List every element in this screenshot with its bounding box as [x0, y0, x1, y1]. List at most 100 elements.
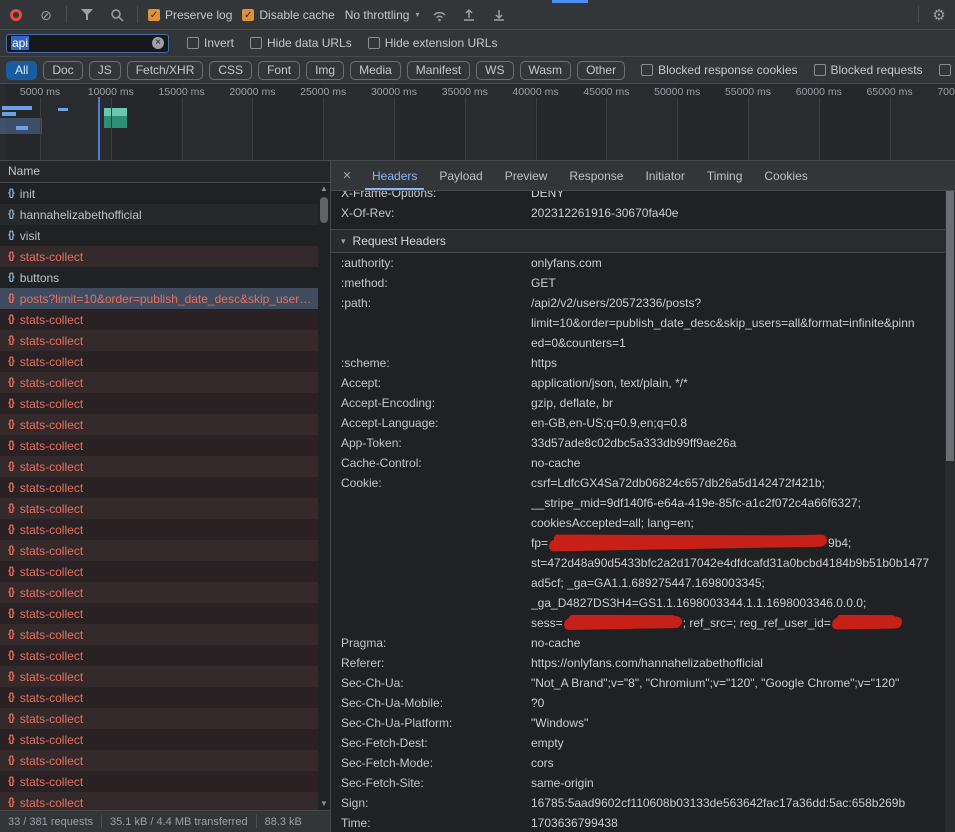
request-row[interactable]: {}stats-collect: [0, 351, 330, 372]
record-button[interactable]: [6, 5, 26, 25]
request-row[interactable]: {}stats-collect: [0, 435, 330, 456]
close-details-button[interactable]: ×: [333, 161, 361, 190]
filter-chip-manifest[interactable]: Manifest: [407, 61, 470, 80]
name-column-header[interactable]: Name: [0, 161, 330, 183]
scrollbar-thumb[interactable]: [946, 191, 954, 461]
tab-timing[interactable]: Timing: [696, 161, 754, 190]
filter-chip-fetch-xhr[interactable]: Fetch/XHR: [127, 61, 204, 80]
search-button[interactable]: [107, 5, 127, 25]
request-row[interactable]: {}stats-collect: [0, 561, 330, 582]
request-row[interactable]: {}visit: [0, 225, 330, 246]
timeline-gridline: [40, 97, 41, 160]
scroll-up-arrow[interactable]: ▲: [318, 183, 330, 195]
waterfall-bar: [104, 108, 127, 116]
braces-icon: {}: [8, 587, 14, 598]
request-row[interactable]: {}buttons: [0, 267, 330, 288]
request-row[interactable]: {}stats-collect: [0, 456, 330, 477]
request-name: stats-collect: [20, 313, 83, 327]
preserve-log-checkbox[interactable]: ✓ Preserve log: [148, 8, 232, 22]
checkbox-hide-extension-urls[interactable]: Hide extension URLs: [368, 36, 498, 50]
request-name: stats-collect: [20, 565, 83, 579]
filter-chip-doc[interactable]: Doc: [43, 61, 82, 80]
timeline-gridline: [323, 97, 324, 160]
request-row[interactable]: {}stats-collect: [0, 498, 330, 519]
request-row[interactable]: {}stats-collect: [0, 393, 330, 414]
import-har-button[interactable]: [459, 5, 479, 25]
request-row[interactable]: {}posts?limit=10&order=publish_date_desc…: [0, 288, 330, 309]
checkbox-3rd-party-requests[interactable]: 3rd-party requests: [939, 63, 955, 77]
tab-preview[interactable]: Preview: [494, 161, 559, 190]
clear-requests-button[interactable]: ⊘: [36, 5, 56, 25]
request-row[interactable]: {}stats-collect: [0, 645, 330, 666]
header-row: Time:1703636799438: [331, 813, 955, 832]
network-filter-input[interactable]: api ×: [6, 34, 169, 53]
filter-chip-js[interactable]: JS: [89, 61, 121, 80]
request-row[interactable]: {}stats-collect: [0, 666, 330, 687]
settings-button[interactable]: ⚙: [929, 5, 949, 25]
request-row[interactable]: {}stats-collect: [0, 414, 330, 435]
request-row[interactable]: {}stats-collect: [0, 540, 330, 561]
checkbox-blocked-requests[interactable]: Blocked requests: [814, 63, 923, 77]
waterfall-bar: [2, 106, 32, 110]
tab-payload[interactable]: Payload: [428, 161, 493, 190]
filter-chip-font[interactable]: Font: [258, 61, 300, 80]
header-value: 1703636799438: [531, 813, 955, 832]
tab-cookies[interactable]: Cookies: [753, 161, 818, 190]
throttling-dropdown[interactable]: No throttling ▾: [345, 8, 420, 22]
request-row[interactable]: {}stats-collect: [0, 582, 330, 603]
scrollbar-thumb[interactable]: [320, 197, 328, 223]
request-row[interactable]: {}stats-collect: [0, 603, 330, 624]
tab-headers[interactable]: Headers: [361, 161, 428, 190]
request-row[interactable]: {}stats-collect: [0, 519, 330, 540]
requests-scrollbar[interactable]: ▲ ▼: [318, 183, 330, 810]
request-row[interactable]: {}stats-collect: [0, 687, 330, 708]
request-row[interactable]: {}stats-collect: [0, 729, 330, 750]
filter-chip-all[interactable]: All: [6, 61, 37, 80]
clear-filter-icon[interactable]: ×: [152, 37, 164, 49]
request-row[interactable]: {}init: [0, 183, 330, 204]
checkbox-blocked-response-cookies[interactable]: Blocked response cookies: [641, 63, 797, 77]
checkbox-invert[interactable]: Invert: [187, 36, 234, 50]
checkbox-hide-data-urls[interactable]: Hide data URLs: [250, 36, 352, 50]
timeline-gridline: [890, 97, 891, 160]
timeline-tick-label: 35000 ms: [442, 86, 488, 98]
request-row[interactable]: {}stats-collect: [0, 750, 330, 771]
filter-chip-media[interactable]: Media: [350, 61, 401, 80]
request-row[interactable]: {}stats-collect: [0, 708, 330, 729]
tab-response[interactable]: Response: [558, 161, 634, 190]
request-row[interactable]: {}stats-collect: [0, 309, 330, 330]
filter-chip-wasm[interactable]: Wasm: [520, 61, 572, 80]
header-value: no-cache: [531, 633, 955, 653]
filter-toggle-button[interactable]: [77, 5, 97, 25]
tab-initiator[interactable]: Initiator: [634, 161, 695, 190]
header-value: 202312261916-30670fa40e: [531, 203, 955, 223]
timeline-overview[interactable]: 5000 ms10000 ms15000 ms20000 ms25000 ms3…: [0, 84, 955, 161]
filter-chip-ws[interactable]: WS: [476, 61, 513, 80]
filter-chip-img[interactable]: Img: [306, 61, 344, 80]
request-headers-section[interactable]: ▾ Request Headers: [331, 229, 955, 253]
filter-chip-other[interactable]: Other: [577, 61, 625, 80]
upload-icon: [462, 7, 476, 22]
request-row[interactable]: {}stats-collect: [0, 246, 330, 267]
request-name: init: [20, 187, 35, 201]
status-divider: [101, 815, 102, 828]
request-name: stats-collect: [20, 649, 83, 663]
details-scrollbar[interactable]: [945, 191, 955, 832]
disable-cache-checkbox[interactable]: ✓ Disable cache: [242, 8, 334, 22]
scroll-down-arrow[interactable]: ▼: [318, 798, 330, 810]
request-row[interactable]: {}stats-collect: [0, 477, 330, 498]
request-row[interactable]: {}stats-collect: [0, 624, 330, 645]
request-row[interactable]: {}hannahelizabethofficial: [0, 204, 330, 225]
header-value-line: _ga_D4827DS3H4=GS1.1.1698003344.1.1.1698…: [531, 593, 939, 613]
timeline-tick-label: 70000 ms: [937, 86, 955, 98]
export-har-button[interactable]: [489, 5, 509, 25]
header-row: :scheme:https: [331, 353, 955, 373]
filter-chip-css[interactable]: CSS: [209, 61, 252, 80]
record-icon: [10, 9, 22, 21]
request-row[interactable]: {}stats-collect: [0, 792, 330, 810]
header-value: no-cache: [531, 453, 955, 473]
network-conditions-button[interactable]: [429, 5, 449, 25]
request-row[interactable]: {}stats-collect: [0, 330, 330, 351]
request-row[interactable]: {}stats-collect: [0, 372, 330, 393]
request-row[interactable]: {}stats-collect: [0, 771, 330, 792]
